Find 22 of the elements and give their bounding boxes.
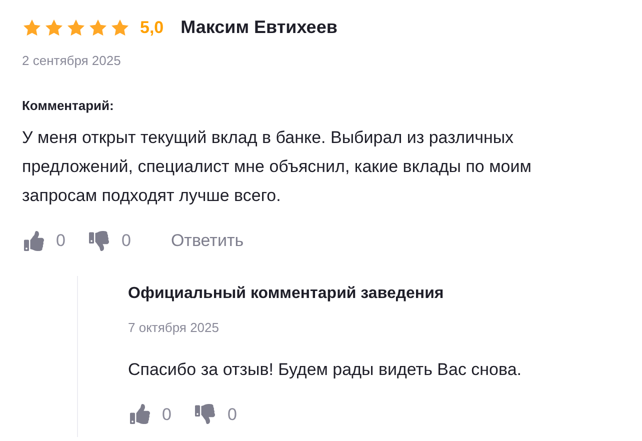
- comment-label: Комментарий:: [22, 96, 115, 115]
- star-icon: [66, 18, 86, 38]
- star-icon: [88, 18, 108, 38]
- reply-link[interactable]: Ответить: [170, 228, 244, 254]
- dislike-button[interactable]: 0: [87, 228, 131, 254]
- dislike-button[interactable]: 0: [193, 402, 237, 427]
- star-icon: [22, 18, 42, 38]
- thumbs-up-icon: [128, 404, 152, 424]
- reply-date: 7 октября 2025: [128, 318, 220, 337]
- thumbs-down-icon: [87, 230, 112, 251]
- thumbs-down-icon: [193, 404, 218, 424]
- rating-value: 5,0: [140, 16, 164, 39]
- like-button[interactable]: 0: [128, 402, 172, 427]
- review-text: У меня открыт текущий вклад в банке. Выбирал из различных предложений, специалист мне объяснил, какие вклады по моим запросам подходят лучше всего.: [22, 127, 532, 207]
- review-date: 2 сентября 2025: [22, 52, 122, 70]
- thumbs-up-icon: [22, 230, 46, 251]
- like-button[interactable]: 0: [22, 228, 66, 254]
- reply-text: Спасибо за отзыв! Будем рады видеть Вас снова.: [128, 359, 523, 381]
- author-name: Максим Евтихеев: [180, 16, 338, 39]
- star-icon: [110, 18, 130, 38]
- reply-title: Официальный комментарий заведения: [128, 284, 445, 304]
- star-icon: [44, 18, 64, 38]
